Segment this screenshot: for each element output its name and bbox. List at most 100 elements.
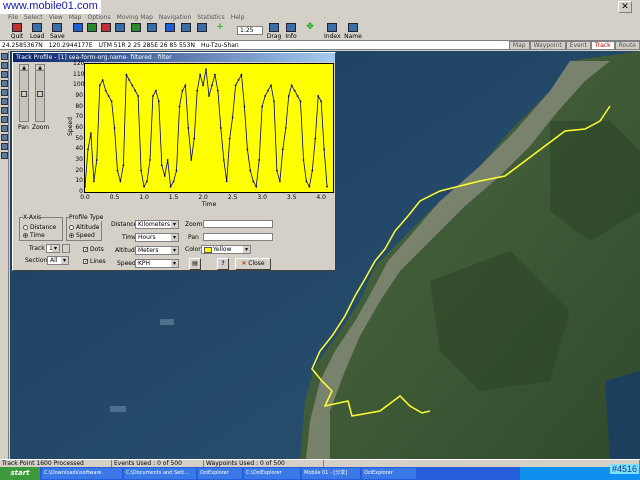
tool-icon[interactable] (1, 71, 8, 78)
pan-horizontal-slider[interactable] (203, 233, 273, 241)
speed-data-point (166, 159, 169, 161)
grid-tool-button[interactable] (130, 23, 142, 33)
save-button[interactable]: Save (50, 23, 65, 40)
section-select[interactable]: All (47, 256, 69, 265)
close-button[interactable]: ✕ Close (235, 258, 271, 270)
check-icon[interactable]: ✓ (83, 259, 88, 265)
color-select[interactable]: Yellow (201, 245, 251, 254)
speed-data-point (119, 180, 122, 183)
start-button[interactable]: start (0, 467, 40, 480)
speed-data-point (287, 95, 290, 97)
load-button[interactable]: Load (30, 23, 44, 40)
check-icon[interactable]: ✓ (83, 247, 88, 253)
speed-data-point (296, 95, 299, 97)
route-tool-button[interactable] (114, 23, 126, 33)
tool-icon[interactable] (1, 89, 8, 96)
tool-icon[interactable] (1, 62, 8, 69)
taskbar-item[interactable]: OziExplorer (198, 468, 242, 479)
print-button[interactable] (196, 23, 208, 33)
distance-units-select[interactable]: Kilometers (135, 220, 179, 229)
drag-button[interactable]: Drag (266, 23, 282, 40)
plot-area (84, 63, 334, 193)
radio-icon[interactable] (23, 225, 28, 230)
gps-icon (147, 23, 157, 32)
speed-data-point (113, 127, 116, 129)
tool-icon[interactable] (1, 134, 8, 141)
toolbar: Quit Load Save + 1:25 Drag Info ✥ Index … (0, 22, 640, 41)
tool-icon[interactable] (1, 53, 8, 60)
zoom-in-button[interactable]: + (214, 23, 226, 33)
speed-units-select[interactable]: KPH (135, 259, 179, 268)
speed-data-point (320, 100, 323, 103)
print-profile-button[interactable]: ▤ (189, 258, 201, 270)
event-tool-button[interactable] (86, 23, 98, 33)
index-button[interactable]: Index (324, 23, 341, 40)
speed-profile-chart: Speed 0 10 20 30 40 50 60 70 80 90 100 110 120 0.0 0.… (67, 60, 335, 208)
tab-route[interactable]: Route (614, 41, 640, 50)
tab-track[interactable]: Track (590, 41, 615, 50)
pan-arrows-button[interactable]: ✥ (302, 23, 318, 33)
radio-icon[interactable] (69, 225, 74, 230)
radio-selected-icon[interactable] (23, 233, 28, 238)
tool-icon[interactable] (1, 143, 8, 150)
dots-checkbox[interactable]: ✓ Dots (83, 246, 104, 253)
profile-speed-radio[interactable]: Speed (69, 232, 95, 239)
taskbar-item[interactable]: C:\Documents and Sett... (124, 468, 196, 479)
time-units-select[interactable]: Hours (135, 233, 179, 242)
taskbar-item[interactable]: C:\Downloads\software (42, 468, 122, 479)
slider-thumb[interactable] (21, 91, 27, 97)
close-window-button[interactable]: ✕ (618, 1, 632, 13)
radio-selected-icon[interactable] (69, 233, 74, 238)
speed-data-point (146, 180, 148, 183)
gps-tool-button[interactable] (146, 23, 158, 33)
track-spinner[interactable] (62, 244, 70, 253)
speed-data-point (214, 73, 216, 76)
speed-data-point (157, 100, 160, 103)
lines-checkbox[interactable]: ✓ Lines (83, 258, 106, 265)
taskbar-item[interactable]: OziExplorer (362, 468, 416, 479)
tool-icon[interactable] (1, 98, 8, 105)
track-profile-window[interactable]: Track Profile - [1] sea-form-org.name- f… (12, 52, 336, 271)
tool-icon[interactable] (1, 107, 8, 114)
status-blank (324, 460, 640, 467)
zoom-slider[interactable]: ▲ (35, 64, 45, 122)
xaxis-time-radio[interactable]: Time (23, 232, 45, 239)
xaxis-distance-radio[interactable]: Distance (23, 224, 56, 231)
slider-thumb[interactable] (37, 91, 43, 97)
up-arrow-icon[interactable]: ▲ (20, 65, 28, 71)
track-number-input[interactable]: 1 (46, 244, 60, 253)
tool-icon[interactable] (1, 152, 8, 159)
tab-event[interactable]: Event (565, 41, 591, 50)
speed-data-point (243, 105, 246, 108)
tab-waypoint[interactable]: Waypoint (529, 41, 566, 50)
moving-map-button[interactable] (164, 23, 176, 33)
up-arrow-icon[interactable]: ▲ (36, 65, 44, 71)
taskbar-item[interactable]: Mobile 01 - [分享] (302, 468, 360, 479)
name-button[interactable]: Name (344, 23, 362, 40)
y-tick-label: 120 (73, 60, 85, 67)
y-tick-label: 50 (75, 134, 83, 142)
help-button[interactable]: ? (217, 258, 229, 270)
pan-slider[interactable]: ▲ (19, 64, 29, 122)
name-search-button[interactable] (180, 23, 192, 33)
window-title[interactable]: Track Profile - [1] sea-form-org.name- f… (13, 53, 335, 62)
tab-map[interactable]: Map (508, 41, 530, 50)
pan-label: Pan (18, 124, 29, 131)
tool-icon[interactable] (1, 80, 8, 87)
zoom-label: Zoom (32, 124, 50, 131)
track-icon (101, 23, 111, 32)
altitude-units-select[interactable]: Meters (135, 246, 179, 255)
zoom-horizontal-slider[interactable] (203, 220, 273, 228)
info-button[interactable]: Info (284, 23, 298, 40)
waypoint-tool-button[interactable] (72, 23, 84, 33)
zoom-level-select[interactable]: 1:25 (237, 26, 263, 35)
speed-data-point (101, 79, 104, 81)
tool-icon[interactable] (1, 125, 8, 132)
track-tool-button[interactable] (100, 23, 112, 33)
speed-data-point (326, 185, 328, 188)
taskbar-item[interactable]: C:\OziExplorer (244, 468, 300, 479)
profile-altitude-radio[interactable]: Altitude (69, 224, 99, 231)
tool-icon[interactable] (1, 116, 8, 123)
quit-button[interactable]: Quit (10, 23, 24, 40)
speed-data-point (231, 116, 234, 119)
